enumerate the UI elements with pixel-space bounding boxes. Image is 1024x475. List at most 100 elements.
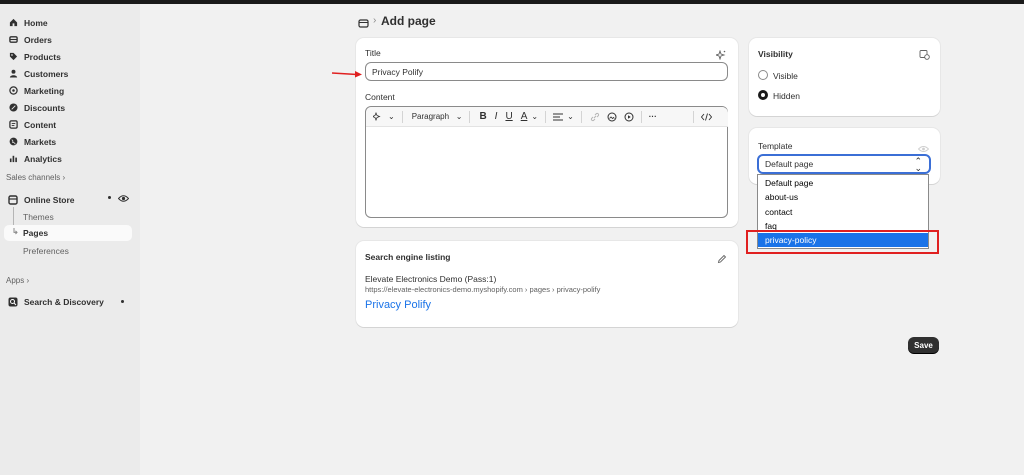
sidebar-item-orders[interactable]: Orders — [4, 31, 132, 48]
code-icon[interactable] — [700, 110, 712, 124]
store-icon — [8, 194, 18, 205]
paragraph-select-value: Paragraph — [411, 112, 450, 121]
template-heading: Template — [758, 141, 793, 151]
sidebar-item-pages[interactable]: ↳ Pages — [4, 225, 132, 241]
template-option[interactable]: Default page — [758, 176, 928, 190]
text-color-icon[interactable]: A — [521, 110, 528, 124]
seo-url: https://elevate-electronics-demo.myshopi… — [365, 285, 601, 294]
chevron-down-icon[interactable]: ⌄ — [531, 110, 538, 124]
sidebar-item-analytics[interactable]: Analytics — [4, 150, 132, 167]
title-input-value: Privacy Polify — [372, 66, 424, 77]
pages-breadcrumb-icon[interactable] — [358, 16, 369, 34]
sidebar-item-label: Discounts — [24, 102, 66, 113]
target-icon — [8, 86, 18, 96]
tag-icon — [8, 52, 18, 62]
save-button[interactable]: Save — [908, 337, 939, 353]
sidebar-item-label: Orders — [24, 34, 52, 45]
sidebar-item-label: Marketing — [24, 85, 65, 96]
seo-heading: Search engine listing — [365, 252, 451, 262]
annotation-box — [746, 230, 939, 254]
search-discovery-icon — [8, 297, 18, 307]
sidebar-item-label: Customers — [24, 68, 69, 79]
bar-chart-icon — [8, 154, 18, 164]
align-icon[interactable] — [553, 110, 564, 124]
chevron-right-icon: › — [62, 173, 66, 182]
sidebar-item-label: Home — [24, 17, 48, 28]
magic-icon[interactable] — [373, 110, 384, 124]
sidebar-item-label: Markets — [24, 136, 57, 147]
calendar-clock-icon[interactable] — [919, 47, 930, 65]
image-icon[interactable] — [607, 110, 617, 124]
pencil-icon[interactable] — [717, 251, 727, 269]
template-option[interactable]: about-us — [758, 190, 928, 204]
visible-radio-label: Visible — [773, 71, 798, 81]
visibility-heading: Visibility — [758, 49, 793, 59]
hidden-radio-label: Hidden — [773, 91, 800, 101]
sidebar-item-markets[interactable]: Markets — [4, 133, 132, 150]
sidebar-item-marketing[interactable]: Marketing — [4, 82, 132, 99]
template-select[interactable]: Default page ⌃ ⌄ — [757, 154, 931, 174]
sales-channels-label: Sales channels — [6, 173, 61, 182]
toolbar-divider — [469, 110, 471, 123]
link-icon[interactable] — [590, 110, 600, 124]
toolbar-divider — [692, 110, 694, 123]
tree-arrow-icon: ↳ — [12, 227, 19, 236]
sidebar-item-content[interactable]: Content — [4, 116, 132, 133]
select-arrows-icon: ⌃ ⌄ — [914, 156, 922, 173]
toolbar-divider — [401, 110, 403, 123]
annotation-arrow — [331, 65, 363, 83]
status-dot — [108, 196, 111, 199]
sidebar-item-label: Pages — [23, 228, 49, 238]
toolbar-divider — [545, 110, 547, 123]
discount-icon — [8, 103, 18, 113]
page-title: Add page — [381, 14, 436, 28]
toolbar-divider — [580, 110, 582, 123]
template-select-value: Default page — [765, 159, 814, 169]
sidebar-item-label: Online Store — [24, 194, 75, 205]
chevron-down-icon[interactable]: ⌄ — [567, 110, 574, 124]
seo-page-title: Privacy Polify — [365, 299, 432, 311]
more-icon[interactable]: ··· — [649, 110, 657, 124]
sidebar-item-discounts[interactable]: Discounts — [4, 99, 132, 116]
sidebar-item-label: Content — [24, 119, 57, 130]
eye-icon[interactable] — [117, 194, 130, 205]
seo-store-name: Elevate Electronics Demo (Pass:1) — [365, 274, 497, 284]
chevron-right-icon: › — [373, 15, 377, 26]
sidebar-item-search-discovery[interactable]: Search & Discovery — [4, 293, 132, 310]
sidebar-item-label: Search & Discovery — [24, 296, 104, 307]
sidebar: Home Orders Products Customers Marketing… — [0, 4, 140, 475]
person-icon — [8, 69, 18, 79]
status-dot — [121, 300, 124, 303]
title-label: Title — [365, 48, 381, 58]
paragraph-select[interactable]: Paragraph ⌄ — [412, 110, 463, 124]
visible-radio[interactable] — [758, 70, 768, 80]
apps-link[interactable]: Apps › — [6, 276, 29, 285]
toolbar-divider — [640, 110, 642, 123]
apps-label: Apps — [6, 276, 25, 285]
template-option[interactable]: contact — [758, 205, 928, 219]
sidebar-item-customers[interactable]: Customers — [4, 65, 132, 82]
hidden-radio[interactable] — [758, 90, 768, 100]
video-icon[interactable] — [624, 110, 634, 124]
underline-icon[interactable]: U — [505, 110, 512, 124]
orders-icon — [8, 35, 18, 45]
top-bar — [0, 0, 1024, 4]
italic-icon[interactable]: I — [495, 110, 498, 124]
content-icon — [8, 120, 18, 130]
sidebar-item-label: Products — [24, 51, 61, 62]
sidebar-item-preferences[interactable]: Preferences — [23, 246, 69, 256]
bold-icon[interactable]: B — [479, 110, 486, 124]
home-icon — [8, 18, 18, 28]
chevron-down-icon[interactable]: ⌄ — [388, 110, 395, 124]
sidebar-item-themes[interactable]: Themes — [23, 212, 54, 222]
sidebar-item-online-store[interactable]: Online Store — [4, 191, 132, 208]
chevron-right-icon: › — [26, 276, 30, 285]
content-label: Content — [365, 92, 395, 102]
editor-toolbar: ⌄ Paragraph ⌄ B I U A ⌄ ⌄ ··· — [366, 107, 728, 127]
sales-channels-link[interactable]: Sales channels › — [6, 173, 65, 182]
sidebar-item-label: Analytics — [24, 153, 62, 164]
sidebar-item-products[interactable]: Products — [4, 48, 132, 65]
sidebar-item-home[interactable]: Home — [4, 14, 132, 31]
globe-icon — [8, 137, 18, 147]
title-input[interactable]: Privacy Polify — [365, 62, 728, 81]
